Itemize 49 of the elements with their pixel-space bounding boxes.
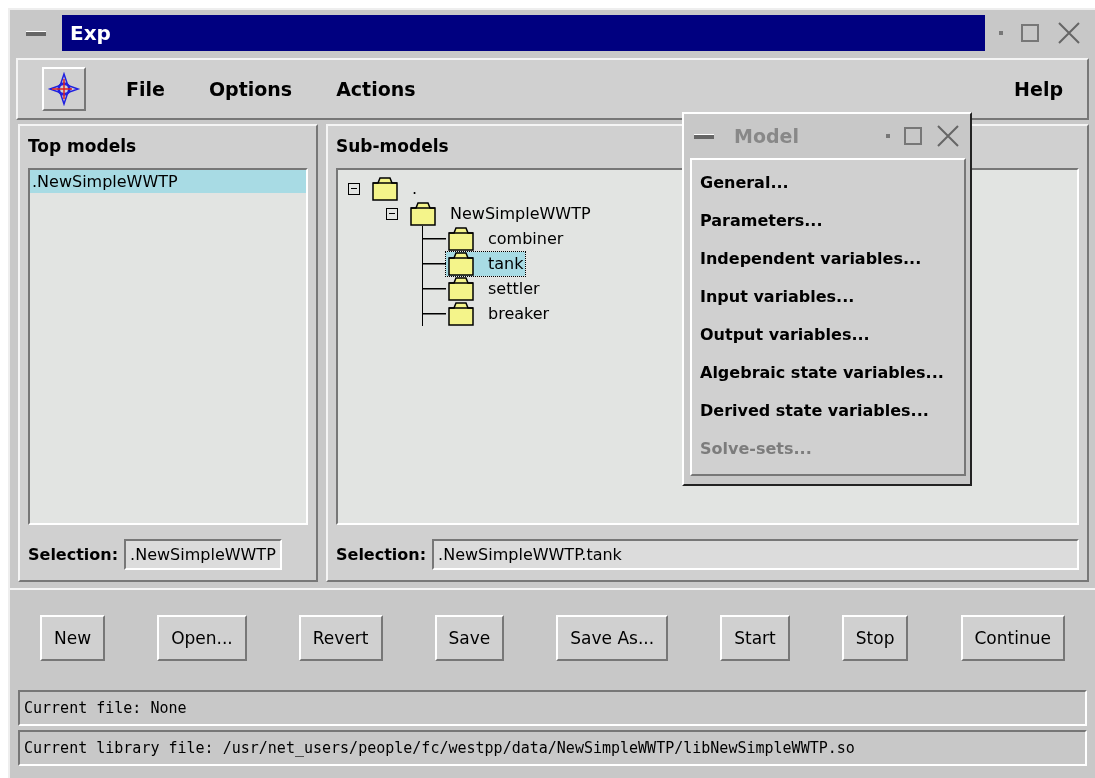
menu-item[interactable]: Options [208,78,293,100]
maximize-button[interactable] [904,127,922,145]
tree-node[interactable]: breaker [446,301,552,326]
menu-item[interactable]: Parameters... [700,202,964,240]
action-button[interactable]: New [40,615,106,661]
tree-node[interactable]: NewSimpleWWTP [408,201,593,226]
close-button[interactable] [1057,21,1081,45]
menu-item[interactable]: Algebraic state variables... [700,354,964,392]
panel-title: Top models [28,136,138,158]
folder-icon [448,276,474,301]
tree-node[interactable]: settler [446,276,542,301]
star-crosshair-icon [47,72,81,106]
folder-icon [448,226,474,251]
menu-item[interactable]: Derived state variables... [700,392,964,430]
collapse-toggle[interactable] [386,207,398,220]
help-menu[interactable]: Help [1014,78,1063,100]
folder-icon [410,201,436,226]
menu-item[interactable]: Actions [336,78,416,100]
menu-item[interactable]: Input variables... [700,278,964,316]
tree-node[interactable]: combiner [446,226,566,251]
window-title: Model [734,125,800,147]
selection-field[interactable]: .NewSimpleWWTP.tank [432,539,1079,570]
folder-icon [448,251,474,276]
list-item[interactable]: .NewSimpleWWTP [30,170,306,193]
menu-item[interactable]: Output variables... [700,316,964,354]
action-button[interactable]: Start [720,615,790,661]
window-title: Exp [62,15,985,51]
action-button[interactable]: Save [434,615,505,661]
maximize-button[interactable] [1021,24,1039,42]
selection-label: Selection: [336,545,427,564]
selection-label: Selection: [28,545,119,564]
tree-node[interactable]: . [370,176,420,201]
close-button[interactable] [936,124,960,148]
action-button[interactable]: Open... [157,615,247,661]
folder-icon [372,176,398,201]
tree-node[interactable]: tank [446,251,526,276]
window-menu-button[interactable] [694,133,714,139]
folder-icon [448,301,474,326]
menu-item[interactable]: Independent variables... [700,240,964,278]
action-button[interactable]: Continue [960,615,1065,661]
menu-item[interactable]: File [126,78,165,100]
menu-item[interactable]: General... [700,164,964,202]
action-button[interactable]: Stop [841,615,909,661]
action-button[interactable]: Save As... [556,615,669,661]
collapse-toggle[interactable] [348,182,360,195]
action-button[interactable]: Revert [298,615,383,661]
selection-field[interactable]: .NewSimpleWWTP [124,539,282,570]
app-logo-button[interactable] [42,67,86,111]
panel-title: Sub-models [336,136,450,158]
